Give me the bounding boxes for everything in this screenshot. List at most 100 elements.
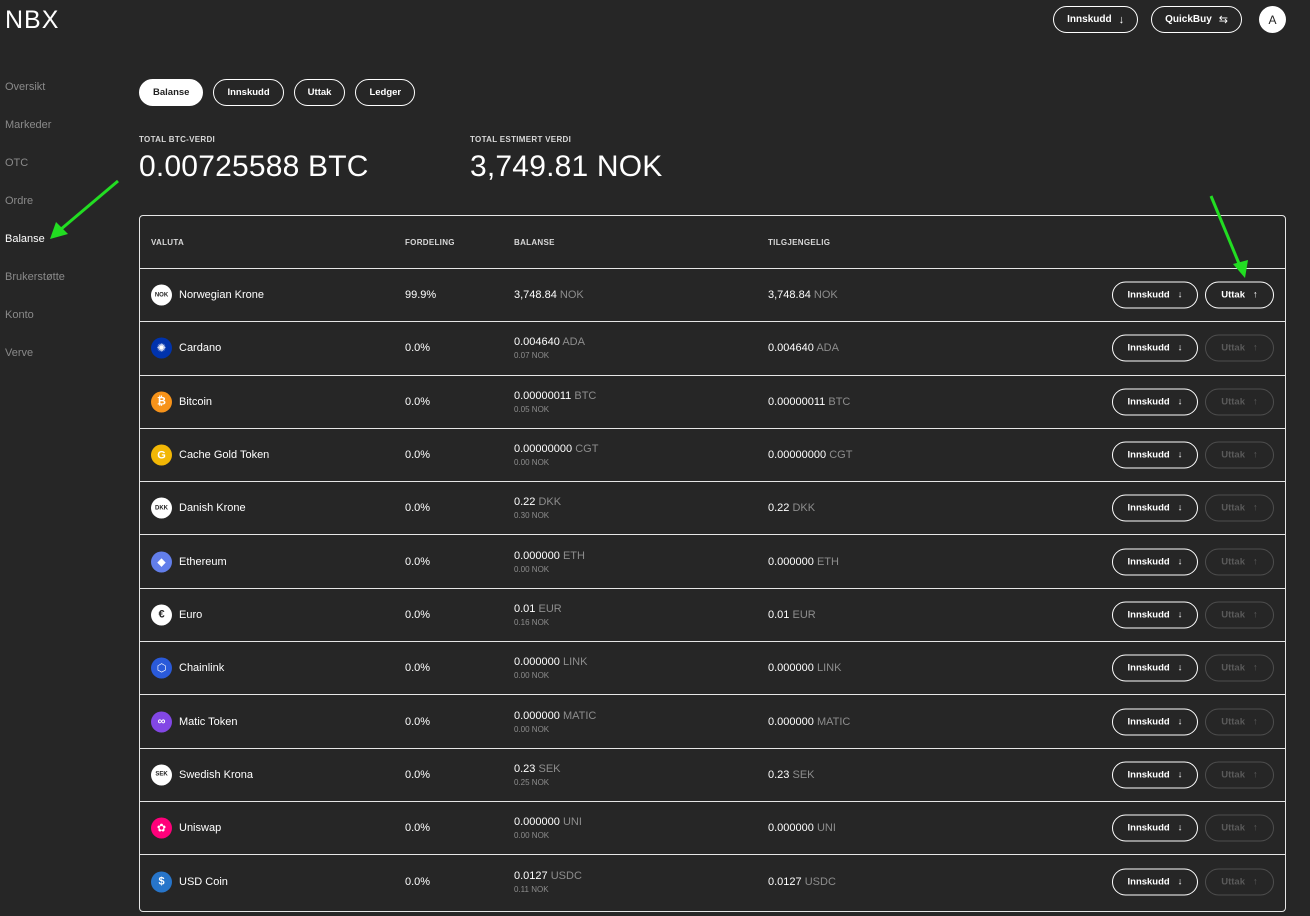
annotation-arrow-sidebar [50, 179, 119, 239]
currency-share: 0.0% [405, 502, 431, 515]
withdraw-label: Uttak [1221, 662, 1245, 674]
deposit-button[interactable]: Innskudd ↓ [1112, 814, 1198, 842]
balance-cell: 0.000000 UNI 0.00 NOK [514, 816, 582, 840]
table-body: NOK Norwegian Krone 99.9% 3,748.84 NOK 3… [140, 269, 1285, 909]
sidebar-item-oversikt[interactable]: Oversikt [5, 80, 65, 118]
withdraw-button[interactable]: Uttak ↑ [1205, 281, 1274, 309]
arrow-down-icon: ↓ [1177, 716, 1183, 728]
total-estimated-label: TOTAL ESTIMERT VERDI [470, 135, 572, 144]
withdraw-button[interactable]: Uttak ↑ [1205, 441, 1274, 469]
withdraw-button[interactable]: Uttak ↑ [1205, 388, 1274, 416]
balance-unit: BTC [574, 389, 597, 402]
balance-unit: NOK [559, 289, 584, 302]
available-unit: CGT [829, 449, 853, 462]
deposit-button[interactable]: Innskudd ↓ [1112, 868, 1198, 896]
tab-innskudd[interactable]: Innskudd [213, 79, 284, 106]
deposit-label: Innskudd [1127, 876, 1170, 888]
balance-cell: 0.01 EUR 0.16 NOK [514, 603, 562, 627]
currency-name: USD Coin [179, 875, 228, 888]
arrow-down-icon: ↓ [1177, 449, 1183, 461]
table-row: ₿ Bitcoin 0.0% 0.00000011 BTC 0.05 NOK 0… [140, 376, 1285, 429]
table-row: ⬡ Chainlink 0.0% 0.000000 LINK 0.00 NOK … [140, 642, 1285, 696]
available-cell: 0.000000 ETH [768, 556, 839, 568]
balance-amount: 0.0127 [514, 869, 548, 882]
withdraw-button[interactable]: Uttak ↑ [1205, 654, 1274, 682]
available-amount: 3,748.84 [768, 289, 811, 302]
withdraw-button[interactable]: Uttak ↑ [1205, 761, 1274, 789]
withdraw-button[interactable]: Uttak ↑ [1205, 334, 1274, 362]
arrow-down-icon: ↓ [1118, 13, 1125, 26]
avatar[interactable]: A [1259, 6, 1286, 33]
balance-unit: ADA [562, 336, 585, 349]
arrow-down-icon: ↓ [1177, 556, 1183, 568]
sek-icon: SEK [151, 764, 172, 786]
available-unit: UNI [816, 822, 836, 835]
tab-balanse[interactable]: Balanse [139, 79, 204, 106]
withdraw-button[interactable]: Uttak ↑ [1205, 868, 1274, 896]
cardano-icon: ✺ [151, 337, 172, 359]
balance-unit: ETH [562, 549, 585, 562]
currency-share: 0.0% [405, 449, 431, 462]
available-unit: EUR [792, 608, 816, 621]
header-deposit-button[interactable]: Innskudd ↓ [1053, 6, 1139, 33]
total-btc-value: 0.00725588 BTC [139, 150, 369, 183]
deposit-button[interactable]: Innskudd ↓ [1112, 708, 1198, 736]
withdraw-label: Uttak [1221, 716, 1245, 728]
header-available: TILGJENGELIG [768, 238, 831, 247]
table-row: ∞ Matic Token 0.0% 0.000000 MATIC 0.00 N… [140, 695, 1285, 749]
tab-ledger[interactable]: Ledger [355, 79, 416, 106]
available-cell: 0.22 DKK [768, 502, 815, 514]
sidebar-item-brukerstøtte[interactable]: Brukerstøtte [5, 270, 65, 308]
table-row: € Euro 0.0% 0.01 EUR 0.16 NOK 0.01 EUR I… [140, 589, 1285, 643]
arrow-up-icon: ↑ [1253, 342, 1258, 354]
currency-name: Uniswap [179, 822, 222, 835]
nbx-logo[interactable]: NBX [5, 6, 59, 35]
sidebar-item-verve[interactable]: Verve [5, 346, 65, 384]
deposit-button[interactable]: Innskudd ↓ [1112, 761, 1198, 789]
deposit-button[interactable]: Innskudd ↓ [1112, 388, 1198, 416]
balance-cell: 0.00000000 CGT 0.00 NOK [514, 443, 598, 467]
balance-unit: DKK [538, 496, 562, 509]
withdraw-button[interactable]: Uttak ↑ [1205, 814, 1274, 842]
deposit-label: Innskudd [1127, 342, 1170, 354]
available-unit: MATIC [816, 715, 851, 728]
available-unit: ADA [816, 342, 839, 355]
quickbuy-button[interactable]: QuickBuy ⇆ [1151, 6, 1242, 33]
balance-unit: UNI [562, 816, 582, 829]
available-amount: 0.000000 [768, 662, 814, 675]
currency-name: Cardano [179, 342, 222, 355]
available-unit: LINK [816, 662, 842, 675]
withdraw-button[interactable]: Uttak ↑ [1205, 548, 1274, 576]
balance-unit: LINK [562, 656, 588, 669]
available-unit: NOK [813, 289, 838, 302]
sidebar-item-konto[interactable]: Konto [5, 308, 65, 346]
withdraw-button[interactable]: Uttak ↑ [1205, 708, 1274, 736]
deposit-button[interactable]: Innskudd ↓ [1112, 441, 1198, 469]
available-amount: 0.01 [768, 608, 790, 621]
tab-uttak[interactable]: Uttak [293, 79, 346, 106]
deposit-button[interactable]: Innskudd ↓ [1112, 601, 1198, 629]
balance-unit: CGT [575, 443, 599, 456]
balance-nok-value: 0.07 NOK [514, 351, 550, 361]
balance-amount: 0.000000 [514, 709, 560, 722]
table-row: ◆ Ethereum 0.0% 0.000000 ETH 0.00 NOK 0.… [140, 535, 1285, 589]
deposit-button[interactable]: Innskudd ↓ [1112, 654, 1198, 682]
currency-share: 0.0% [405, 608, 431, 621]
deposit-button[interactable]: Innskudd ↓ [1112, 334, 1198, 362]
deposit-button[interactable]: Innskudd ↓ [1112, 548, 1198, 576]
arrow-down-icon: ↓ [1177, 396, 1183, 408]
available-cell: 0.000000 LINK [768, 662, 841, 674]
sidebar-item-markeder[interactable]: Markeder [5, 118, 65, 156]
cache-gold-icon: G [151, 444, 172, 466]
deposit-button[interactable]: Innskudd ↓ [1112, 494, 1198, 522]
available-unit: BTC [828, 395, 851, 408]
currency-name: Cache Gold Token [179, 449, 270, 462]
balance-nok-value: 0.30 NOK [514, 511, 550, 521]
header-balance: BALANSE [514, 238, 555, 247]
balance-nok-value: 0.05 NOK [514, 404, 550, 414]
deposit-button[interactable]: Innskudd ↓ [1112, 281, 1198, 309]
balance-unit: EUR [538, 602, 562, 615]
withdraw-button[interactable]: Uttak ↑ [1205, 494, 1274, 522]
withdraw-button[interactable]: Uttak ↑ [1205, 601, 1274, 629]
quickbuy-label: QuickBuy [1165, 14, 1212, 25]
